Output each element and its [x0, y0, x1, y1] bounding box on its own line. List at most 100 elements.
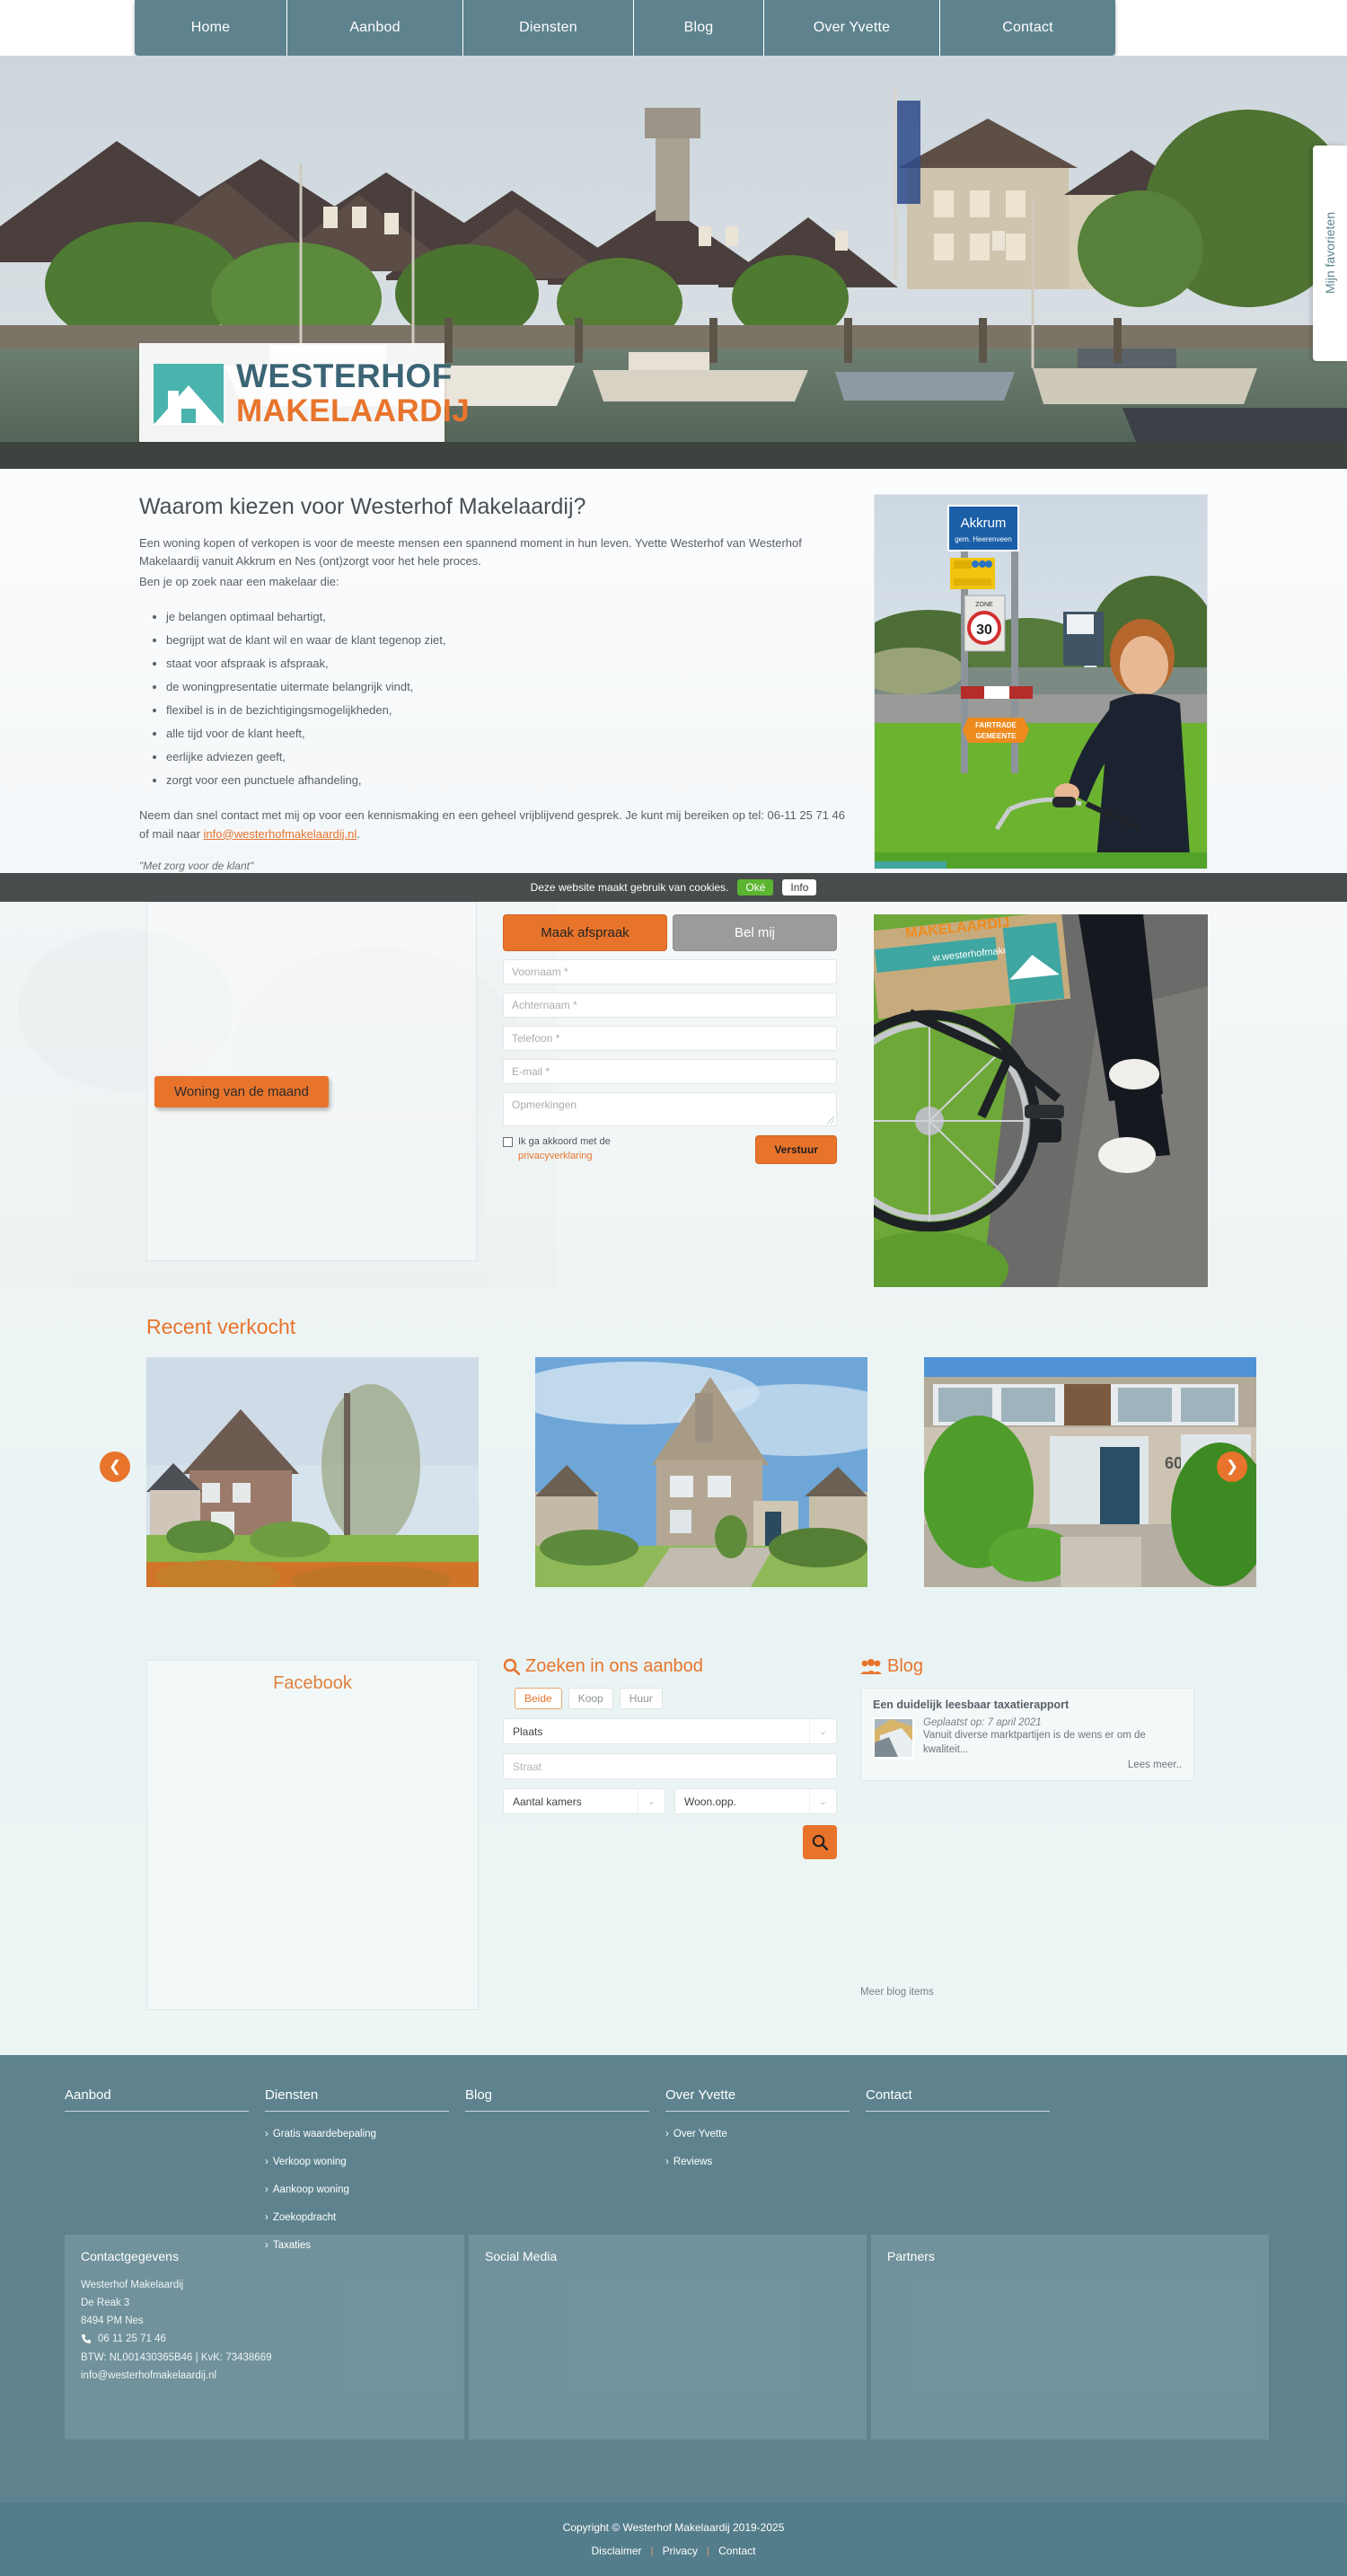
carousel-prev-button[interactable]: ❮: [100, 1451, 130, 1482]
search-submit-button[interactable]: [803, 1825, 837, 1859]
contact-email[interactable]: info@westerhofmakelaardij.nl: [81, 2367, 448, 2385]
my-favorites-tab[interactable]: Mijn favorieten: [1313, 146, 1347, 361]
blog-read-more-link[interactable]: Lees meer..: [923, 1760, 1182, 1770]
blog-post-date: Geplaatst op: 7 april 2021: [923, 1717, 1042, 1728]
intro-paragraph-1: Een woning kopen of verkopen is voor de …: [139, 536, 802, 569]
svg-text:gem. Heerenveen: gem. Heerenveen: [955, 535, 1012, 543]
property-card[interactable]: 60: [924, 1357, 1256, 1587]
blog-post-title: Een duidelijk leesbaar taxatierapport: [873, 1698, 1070, 1711]
cookie-consent-bar: Deze website maakt gebruik van cookies. …: [0, 873, 1347, 902]
plaats-select[interactable]: Plaats ⌄: [503, 1718, 837, 1744]
closing-text-post: .: [357, 826, 360, 841]
form-field-telefoon[interactable]: Telefoon *: [503, 1026, 837, 1051]
footer-link-verkoop-woning[interactable]: › Verkoop woning: [265, 2157, 461, 2167]
copyright-text: Copyright © Westerhof Makelaardij 2019-2…: [562, 2521, 785, 2534]
woonopp-value: Woon.opp.: [684, 1795, 736, 1808]
benefit-item: alle tijd voor de klant heeft,: [166, 722, 849, 745]
recent-sold-section: Recent verkocht 60: [0, 1288, 1347, 1602]
legal-link-disclaimer[interactable]: Disclaimer: [592, 2545, 642, 2557]
blog-post-card[interactable]: Een duidelijk leesbaar taxatierapport Ge…: [860, 1688, 1194, 1782]
footer-link-over-yvette[interactable]: › Over Yvette: [665, 2129, 861, 2139]
field-placeholder: Telefoon *: [512, 1032, 560, 1045]
top-bar: Home Aanbod Diensten Blog Over Yvette Contact: [0, 0, 1347, 56]
benefit-item: flexibel is in de bezichtigingsmogelijkh…: [166, 699, 849, 722]
plaats-value: Plaats: [513, 1725, 543, 1738]
email-link[interactable]: info@westerhofmakelaardij.nl: [204, 827, 357, 841]
benefit-item: de woningpresentatie uitermate belangrij…: [166, 675, 849, 699]
partners-panel: Partners: [871, 2235, 1269, 2439]
form-field-achternaam[interactable]: Achternaam *: [503, 992, 837, 1018]
chevron-right-icon: ›: [265, 2212, 269, 2223]
phone-icon: [82, 2334, 91, 2344]
nav-item-home[interactable]: Home: [135, 0, 287, 56]
listing-type-koop[interactable]: Koop: [568, 1688, 613, 1709]
form-field-voornaam[interactable]: Voornaam *: [503, 959, 837, 984]
street-address: De Reak 3: [81, 2298, 130, 2309]
nav-item-contact[interactable]: Contact: [940, 0, 1115, 56]
search-heading-label: Zoeken in ons aanbod: [525, 1656, 703, 1676]
consent-text-wrap: Ik ga akkoord met de privacyverklaring: [518, 1135, 611, 1164]
cookie-info-button[interactable]: Info: [782, 879, 817, 895]
benefit-item: begrijpt wat de klant wil en waar de kla…: [166, 629, 849, 652]
blog-heading: Blog: [860, 1656, 1194, 1677]
form-tabs: Maak afspraak Bel mij: [503, 914, 837, 951]
listing-type-beide[interactable]: Beide: [515, 1688, 562, 1709]
footer-link-zoekopdracht[interactable]: › Zoekopdracht: [265, 2212, 461, 2223]
opmerkingen-textarea[interactable]: Opmerkingen: [503, 1092, 837, 1126]
link-separator: |: [650, 2545, 654, 2557]
cookie-message: Deze website maakt gebruik van cookies.: [530, 881, 729, 894]
nav-item-over-yvette[interactable]: Over Yvette: [764, 0, 940, 56]
legal-link-privacy[interactable]: Privacy: [663, 2545, 698, 2557]
intro-closing: Neem dan snel contact met mij op voor ee…: [139, 807, 849, 842]
woning-van-de-maand-button[interactable]: Woning van de maand: [154, 1076, 329, 1107]
opmerkingen-placeholder: Opmerkingen: [512, 1098, 577, 1111]
more-blog-items-link[interactable]: Meer blog items: [860, 1987, 934, 1998]
footer-panels: Contactgegevens Westerhof Makelaardij De…: [65, 2235, 1269, 2439]
phone-number: 06 11 25 71 46: [98, 2333, 166, 2345]
submit-button[interactable]: Verstuur: [755, 1135, 837, 1164]
people-group-icon: [860, 1658, 882, 1674]
footer-column-title: Aanbod: [65, 2087, 249, 2112]
footer-link-reviews[interactable]: › Reviews: [665, 2157, 861, 2167]
field-placeholder: E-mail *: [512, 1065, 550, 1078]
blog-widget: Blog Een duidelijk leesbaar taxatierappo…: [860, 1656, 1194, 1782]
search-icon: [812, 1834, 828, 1850]
footer-column-diensten: Diensten › Gratis waardebepaling › Verkoop w…: [265, 2087, 461, 2251]
privacy-policy-link[interactable]: privacyverklaring: [518, 1151, 593, 1161]
carousel-next-button[interactable]: ❯: [1217, 1451, 1247, 1482]
chevron-right-icon: ›: [665, 2157, 669, 2167]
legal-link-contact[interactable]: Contact: [718, 2545, 755, 2557]
site-footer: Aanbod Diensten › Gratis waardebepaling › Ver…: [0, 2055, 1347, 2502]
property-card[interactable]: [146, 1357, 479, 1587]
field-placeholder: Achternaam *: [512, 999, 577, 1011]
nav-item-aanbod[interactable]: Aanbod: [287, 0, 463, 56]
site-logo[interactable]: WESTERHOF MAKELAARDIJ: [139, 343, 470, 442]
footer-link-label: Aankoop woning: [272, 2184, 349, 2195]
chevron-right-icon: ›: [265, 2129, 269, 2139]
property-card[interactable]: [535, 1357, 867, 1587]
woonopp-select[interactable]: Woon.opp. ⌄: [674, 1788, 837, 1814]
logo-text-top: WESTERHOF: [236, 357, 453, 394]
cookie-accept-button[interactable]: Oké: [737, 879, 774, 895]
tab-maak-afspraak[interactable]: Maak afspraak: [503, 914, 667, 951]
property-search-widget: Zoeken in ons aanbod Beide Koop Huur Plaat…: [503, 1656, 837, 1859]
footer-link-gratis-waardebepaling[interactable]: › Gratis waardebepaling: [265, 2129, 461, 2139]
blog-heading-label: Blog: [887, 1656, 924, 1676]
straat-input[interactable]: Straat: [503, 1753, 837, 1779]
form-field-email[interactable]: E-mail *: [503, 1059, 837, 1084]
footer-link-label: Gratis waardebepaling: [272, 2129, 376, 2139]
facebook-widget: Facebook: [146, 1660, 479, 2010]
intro-paragraph-2: Ben je op zoek naar een makelaar die:: [139, 575, 339, 589]
contact-panel-title: Contactgegevens: [81, 2249, 179, 2263]
tab-bel-mij[interactable]: Bel mij: [673, 914, 837, 951]
footer-link-aankoop-woning[interactable]: › Aankoop woning: [265, 2184, 461, 2195]
kamers-select[interactable]: Aantal kamers ⌄: [503, 1788, 665, 1814]
privacy-checkbox[interactable]: [503, 1137, 513, 1147]
nav-item-blog[interactable]: Blog: [634, 0, 764, 56]
listing-type-huur[interactable]: Huur: [619, 1688, 663, 1709]
chevron-right-icon: ›: [265, 2184, 269, 2195]
footer-column-title: Contact: [866, 2087, 1050, 2112]
chevron-down-icon: ⌄: [809, 1789, 836, 1813]
consent-text: Ik ga akkoord met de: [518, 1136, 611, 1147]
nav-item-diensten[interactable]: Diensten: [463, 0, 634, 56]
